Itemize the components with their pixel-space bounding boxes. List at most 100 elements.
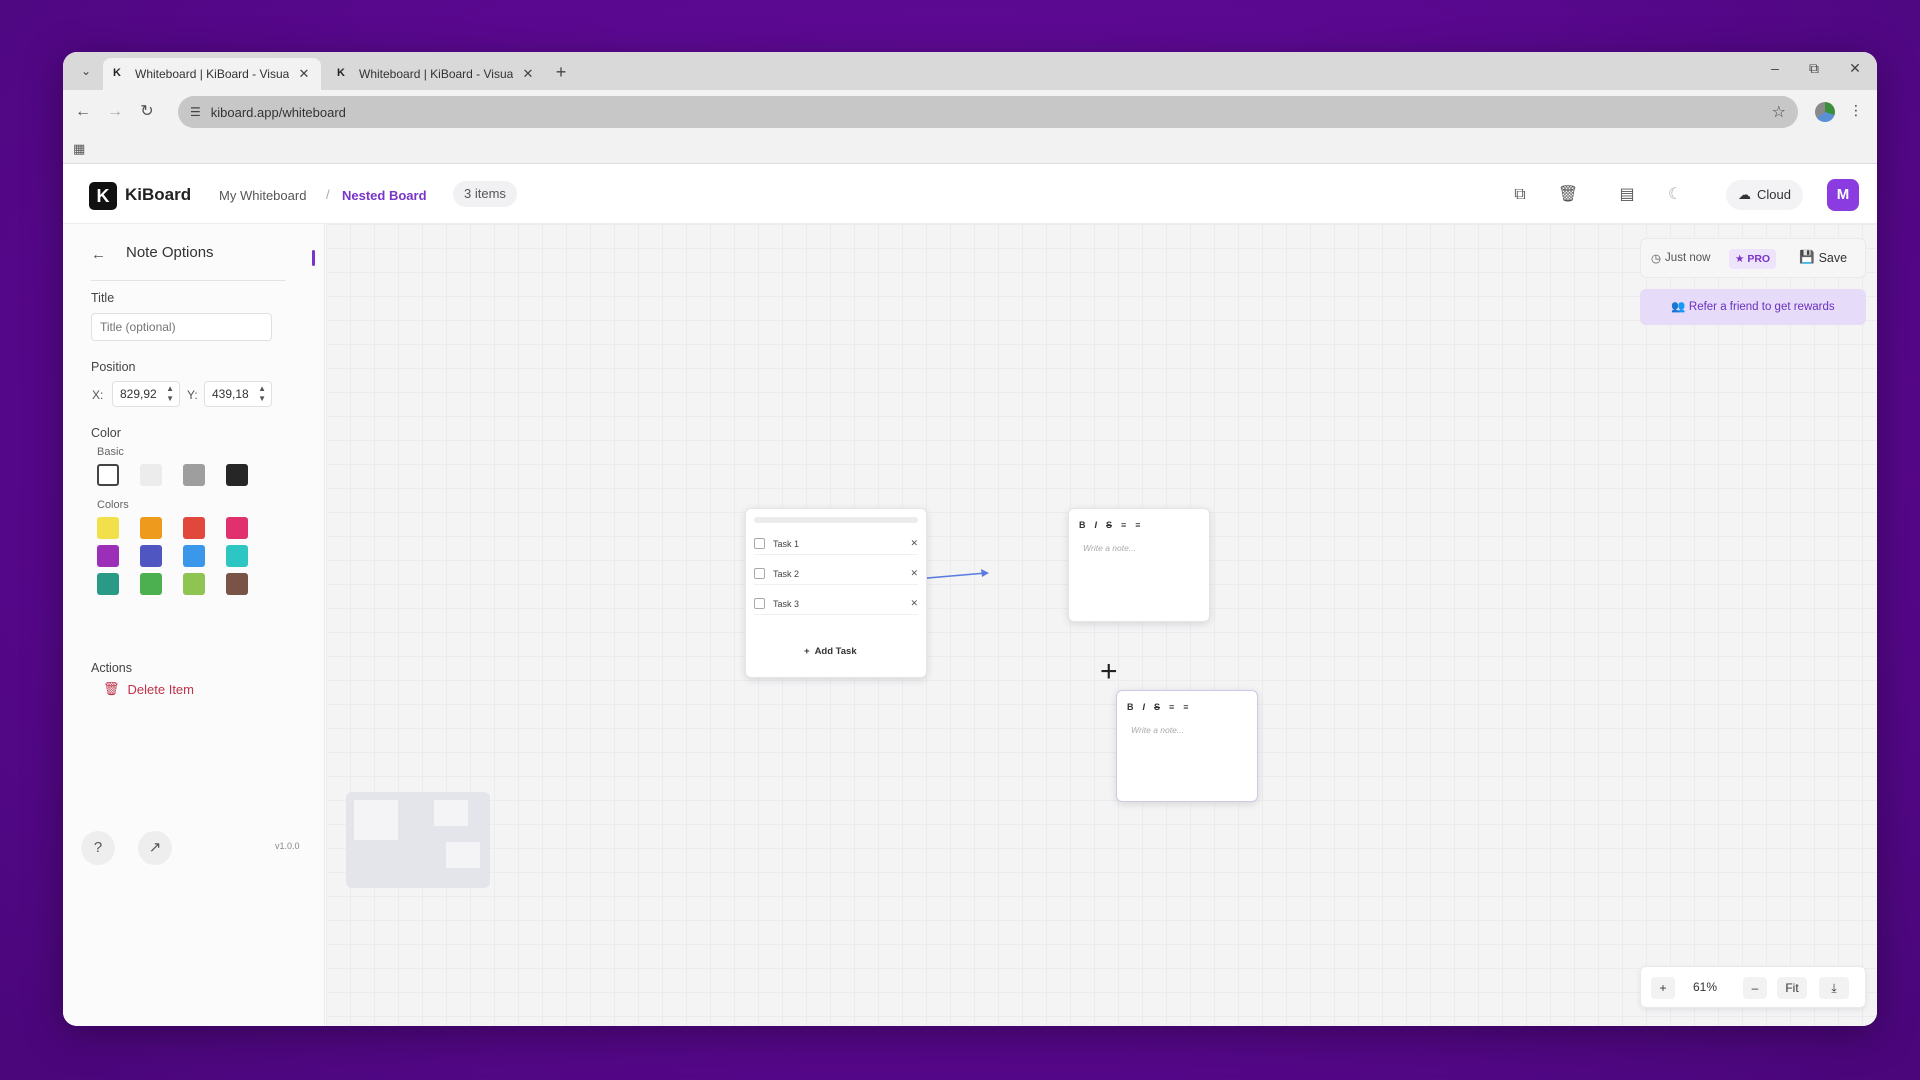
trash-icon[interactable]: 🗑 <box>1557 184 1579 206</box>
minimap[interactable] <box>346 792 490 888</box>
delete-item-button[interactable]: 🗑 Delete Item <box>103 681 194 697</box>
task-label[interactable]: Task 2 <box>773 569 902 579</box>
minimize-icon[interactable]: – <box>1765 60 1785 76</box>
y-position-input[interactable]: 439,18 ▲ ▼ <box>204 381 272 407</box>
x-spinner-icon[interactable]: ▲ ▼ <box>166 384 174 404</box>
bookmark-star-icon[interactable]: ☆ <box>1772 102 1786 122</box>
color-swatch[interactable] <box>183 517 205 539</box>
kiboard-logo[interactable]: K <box>89 182 117 210</box>
italic-icon[interactable]: I <box>1143 702 1146 712</box>
bold-icon[interactable]: B <box>1079 520 1086 530</box>
color-swatch[interactable] <box>97 517 119 539</box>
download-icon[interactable]: ⤓ <box>1819 977 1849 999</box>
color-swatch[interactable] <box>226 517 248 539</box>
forward-icon[interactable]: → <box>105 102 125 122</box>
note-placeholder[interactable]: Write a note... <box>1083 543 1136 553</box>
note-placeholder[interactable]: Write a note... <box>1131 725 1184 735</box>
new-tab-button[interactable]: + <box>551 62 571 82</box>
site-settings-icon[interactable]: ☰ <box>190 105 201 119</box>
document-icon[interactable]: ▤ <box>1616 184 1638 206</box>
zoom-in-button[interactable]: + <box>1651 977 1675 999</box>
reload-icon[interactable]: ↻ <box>137 102 157 122</box>
color-swatch-basic[interactable] <box>226 464 248 486</box>
numbered-list-icon[interactable]: ≡ <box>1183 702 1188 712</box>
color-swatch[interactable] <box>140 545 162 567</box>
color-swatch-basic[interactable] <box>183 464 205 486</box>
basic-colors-label: Basic <box>97 446 124 458</box>
bookmarks-bar: ▦ <box>63 134 1877 164</box>
close-window-icon[interactable]: ✕ <box>1845 60 1865 77</box>
sidebar-resize-handle[interactable] <box>312 250 315 266</box>
numbered-list-icon[interactable]: ≡ <box>1135 520 1140 530</box>
fit-button[interactable]: Fit <box>1777 977 1807 999</box>
minimap-block <box>434 800 468 826</box>
apps-grid-icon[interactable]: ▦ <box>73 141 85 157</box>
task-checkbox[interactable] <box>754 568 765 579</box>
tab-whiteboard-2[interactable]: K Whiteboard | KiBoard - Visual C ✕ <box>327 58 545 90</box>
help-icon[interactable]: ? <box>81 831 115 865</box>
remove-task-icon[interactable]: ✕ <box>910 568 918 579</box>
task-label[interactable]: Task 3 <box>773 599 902 609</box>
zoom-controls: + 61% – Fit ⤓ <box>1640 966 1866 1008</box>
duplicate-icon[interactable]: ⧉ <box>1509 184 1531 206</box>
close-tab-icon[interactable]: ✕ <box>521 66 535 82</box>
todo-card[interactable]: Task 1 ✕ Task 2 ✕ Task 3 ✕ + Add Task <box>745 508 927 678</box>
italic-icon[interactable]: I <box>1095 520 1098 530</box>
breadcrumb-my-whiteboard[interactable]: My Whiteboard <box>219 188 306 203</box>
color-swatch[interactable] <box>226 573 248 595</box>
task-label[interactable]: Task 1 <box>773 539 902 549</box>
remove-task-icon[interactable]: ✕ <box>910 538 918 549</box>
todo-title-bar[interactable] <box>754 517 918 523</box>
refer-friend-banner[interactable]: 👥 Refer a friend to get rewards <box>1640 289 1866 325</box>
tab-title: Whiteboard | KiBoard - Visual C <box>135 67 289 81</box>
pro-label: PRO <box>1747 253 1771 265</box>
cloud-button[interactable]: ☁ Cloud <box>1726 180 1803 210</box>
back-arrow-icon[interactable]: ← <box>91 246 106 263</box>
x-position-input[interactable]: 829,92 ▲ ▼ <box>112 381 180 407</box>
color-swatch[interactable] <box>140 517 162 539</box>
restore-icon[interactable]: ⧉ <box>1804 60 1824 77</box>
strikethrough-icon[interactable]: S <box>1106 520 1112 530</box>
bullet-list-icon[interactable]: ≡ <box>1169 702 1174 712</box>
tab-search-icon[interactable]: ⌄ <box>77 62 95 80</box>
kiboard-favicon-icon: K <box>337 67 345 79</box>
brand-name[interactable]: KiBoard <box>125 185 191 205</box>
bold-icon[interactable]: B <box>1127 702 1134 712</box>
zoom-out-button[interactable]: – <box>1743 977 1767 999</box>
back-icon[interactable]: ← <box>73 102 93 122</box>
last-saved-text: Just now <box>1665 252 1711 264</box>
remove-task-icon[interactable]: ✕ <box>910 598 918 609</box>
color-swatch[interactable] <box>183 573 205 595</box>
user-avatar[interactable]: M <box>1827 179 1859 211</box>
tab-whiteboard-1[interactable]: K Whiteboard | KiBoard - Visual C ✕ <box>103 58 321 90</box>
color-swatch-basic[interactable] <box>140 464 162 486</box>
note-format-toolbar: B I S ≡ ≡ <box>1079 520 1141 530</box>
note-card-selected[interactable]: B I S ≡ ≡ Write a note... <box>1116 690 1258 802</box>
color-swatch[interactable] <box>226 545 248 567</box>
strikethrough-icon[interactable]: S <box>1154 702 1160 712</box>
color-swatch-basic[interactable] <box>97 464 119 486</box>
add-task-label: Add Task <box>814 646 857 657</box>
task-checkbox[interactable] <box>754 538 765 549</box>
color-swatch[interactable] <box>97 573 119 595</box>
color-swatch[interactable] <box>97 545 119 567</box>
title-input[interactable] <box>91 313 272 341</box>
whiteboard-canvas[interactable]: Task 1 ✕ Task 2 ✕ Task 3 ✕ + Add Task B … <box>326 224 1877 1026</box>
export-icon[interactable]: ↗ <box>138 831 172 865</box>
actions-label: Actions <box>91 661 132 675</box>
breadcrumb-nested-board[interactable]: Nested Board <box>342 188 427 203</box>
browser-menu-icon[interactable]: ⋮ <box>1849 102 1863 119</box>
profile-avatar-icon[interactable] <box>1815 102 1835 122</box>
color-swatch[interactable] <box>140 573 162 595</box>
pro-badge[interactable]: ★ PRO <box>1729 249 1777 269</box>
bullet-list-icon[interactable]: ≡ <box>1121 520 1126 530</box>
dark-mode-moon-icon[interactable]: ☾ <box>1664 184 1686 206</box>
color-swatch[interactable] <box>183 545 205 567</box>
note-card[interactable]: B I S ≡ ≡ Write a note... <box>1068 508 1210 622</box>
y-spinner-icon[interactable]: ▲ ▼ <box>258 384 266 404</box>
save-button[interactable]: 💾 Save <box>1799 250 1847 265</box>
close-tab-icon[interactable]: ✕ <box>297 66 311 82</box>
task-checkbox[interactable] <box>754 598 765 609</box>
address-bar[interactable]: ☰ kiboard.app/whiteboard ☆ <box>178 96 1798 128</box>
add-task-button[interactable]: + Add Task <box>804 646 857 657</box>
